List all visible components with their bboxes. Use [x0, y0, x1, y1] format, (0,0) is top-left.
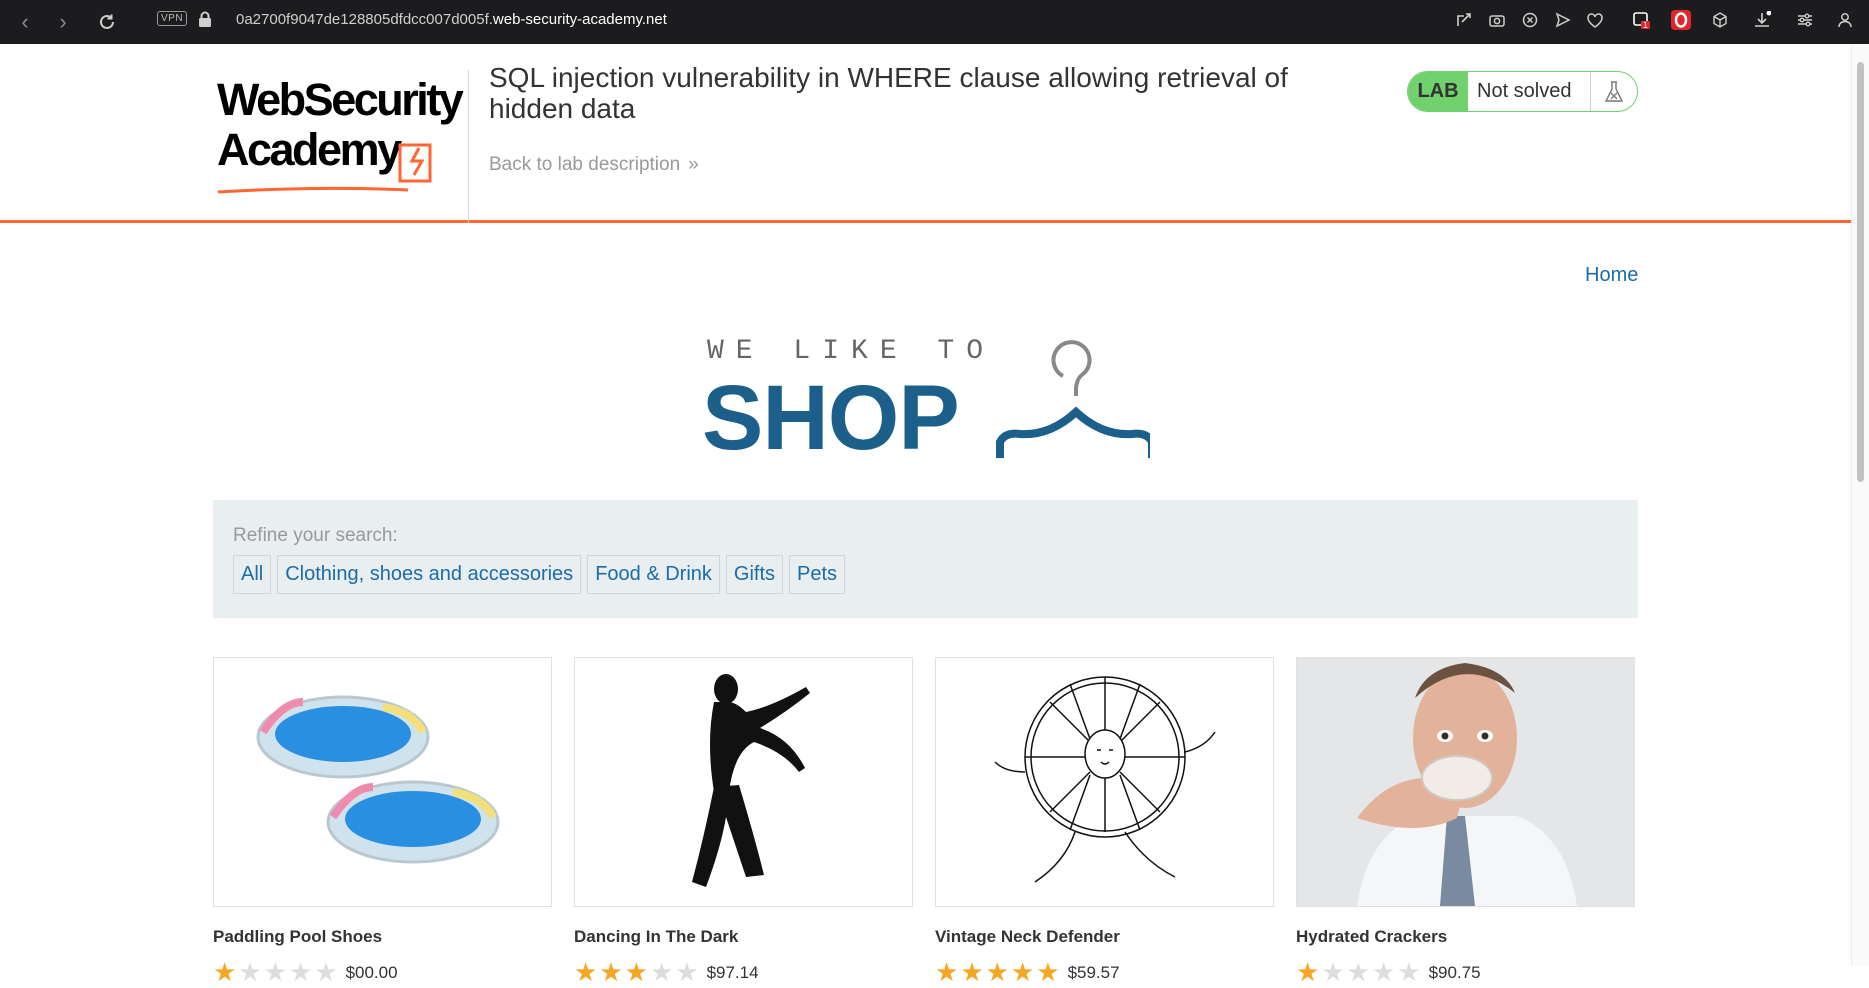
- heart-icon[interactable]: [1584, 9, 1606, 31]
- lab-title: SQL injection vulnerability in WHERE cla…: [489, 62, 1288, 124]
- logo-mark: [217, 143, 432, 194]
- lab-header: WebSecurity Academy SQL injection vulner…: [0, 44, 1851, 223]
- browser-toolbar: ‹ › VPN 0a2700f9047de128805dfdcc007d005f…: [0, 0, 1869, 44]
- star-icon: ★: [213, 957, 237, 987]
- star-icon: ★: [1036, 957, 1060, 987]
- product-rating: ★ ★ ★ ★ ★ $59.57: [935, 957, 1274, 988]
- url-prefix: 0a2700f9047de128805dfdcc007d005f.: [236, 11, 493, 28]
- star-icon: ★: [675, 957, 699, 987]
- star-icon: ★: [985, 957, 1009, 987]
- product-name: Dancing In The Dark: [574, 927, 739, 946]
- share-icon[interactable]: [1453, 9, 1475, 31]
- star-icon: ★: [263, 957, 287, 987]
- product-rating: ★ ★ ★ ★ ★ $00.00: [213, 957, 552, 988]
- star-icon: ★: [649, 957, 674, 987]
- cube-icon[interactable]: [1709, 9, 1731, 31]
- star-icon: ★: [238, 957, 262, 987]
- search-filter-panel: Refine your search: All Clothing, shoes …: [213, 500, 1638, 618]
- hanger-icon: [996, 340, 1150, 458]
- block-icon[interactable]: [1519, 9, 1541, 31]
- scrollbar-thumb[interactable]: [1857, 62, 1864, 482]
- address-bar[interactable]: 0a2700f9047de128805dfdcc007d005f.web-sec…: [236, 11, 667, 28]
- star-icon: ★: [624, 957, 648, 987]
- star-icon: ★: [288, 957, 313, 987]
- shop-banner: WE LIKE TO SHOP: [700, 332, 1150, 469]
- star-icon: ★: [574, 957, 598, 987]
- star-icon: ★: [1321, 957, 1345, 987]
- filter-gifts[interactable]: Gifts: [725, 555, 784, 594]
- reload-icon[interactable]: [92, 7, 122, 37]
- filter-all[interactable]: All: [233, 555, 272, 594]
- vpn-badge[interactable]: VPN: [157, 11, 188, 26]
- product-image-dancing[interactable]: [574, 657, 913, 907]
- filter-food-drink[interactable]: Food & Drink: [587, 555, 720, 594]
- camera-icon[interactable]: [1486, 9, 1508, 31]
- star-icon: ★: [960, 957, 984, 987]
- notification-count: 1: [1643, 20, 1649, 30]
- back-to-lab-description-link[interactable]: Back to lab description »: [489, 154, 699, 176]
- star-icon: ★: [1346, 957, 1370, 987]
- opera-icon[interactable]: [1670, 9, 1692, 31]
- download-icon[interactable]: [1751, 9, 1773, 31]
- product-grid: Paddling Pool Shoes ★ ★ ★ ★ ★ $00.00 Dancing …: [213, 657, 1638, 988]
- banner-tagline: WE LIKE TO: [707, 336, 996, 367]
- page-scrollbar[interactable]: [1851, 44, 1869, 966]
- product-name: Vintage Neck Defender: [935, 927, 1120, 946]
- product-image-neck-defender[interactable]: [935, 657, 1274, 907]
- url-domain: web-security-academy.net: [492, 11, 667, 28]
- product-image-paddling-pool[interactable]: [213, 657, 552, 907]
- lab-status-text: Not solved: [1468, 72, 1591, 111]
- star-icon: ★: [1296, 957, 1320, 987]
- filter-pets[interactable]: Pets: [789, 555, 846, 594]
- profile-icon[interactable]: [1834, 9, 1856, 31]
- product-rating: ★ ★ ★ ★ ★ $97.14: [574, 957, 913, 988]
- filter-clothing[interactable]: Clothing, shoes and accessories: [277, 555, 582, 594]
- double-chevron-right-icon: »: [688, 154, 699, 175]
- refine-search-label: Refine your search:: [233, 525, 398, 546]
- product-card[interactable]: Vintage Neck Defender ★ ★ ★ ★ ★ $59.57: [935, 657, 1274, 988]
- product-name: Hydrated Crackers: [1296, 927, 1448, 946]
- back-link-label: Back to lab description: [489, 154, 681, 175]
- extension-icon[interactable]: 1: [1630, 9, 1652, 31]
- lab-status-badge[interactable]: LAB Not solved: [1407, 71, 1638, 112]
- star-icon: ★: [1397, 957, 1421, 987]
- star-icon: ★: [1010, 957, 1035, 987]
- banner-shop-text: SHOP: [702, 367, 960, 469]
- web-security-academy-logo[interactable]: WebSecurity Academy: [214, 70, 464, 205]
- product-card[interactable]: Paddling Pool Shoes ★ ★ ★ ★ ★ $00.00: [213, 657, 552, 988]
- flask-icon: [1591, 72, 1637, 111]
- lab-label: LAB: [1408, 72, 1468, 111]
- settings-sliders-icon[interactable]: [1794, 9, 1816, 31]
- product-name: Paddling Pool Shoes: [213, 927, 383, 946]
- lock-icon[interactable]: [198, 11, 212, 27]
- star-icon: ★: [935, 957, 959, 987]
- category-filters: All Clothing, shoes and accessories Food…: [233, 555, 846, 594]
- star-icon: ★: [314, 957, 338, 987]
- product-card[interactable]: Dancing In The Dark ★ ★ ★ ★ ★ $97.14: [574, 657, 913, 988]
- product-rating: ★ ★ ★ ★ ★ $90.75: [1296, 957, 1635, 988]
- product-image-hydrated-crackers[interactable]: [1296, 657, 1635, 907]
- star-icon: ★: [599, 957, 623, 987]
- header-divider: [468, 70, 469, 223]
- forward-icon[interactable]: ›: [48, 7, 78, 37]
- send-icon[interactable]: [1552, 9, 1574, 31]
- back-icon[interactable]: ‹: [10, 7, 40, 37]
- star-icon: ★: [1371, 957, 1396, 987]
- home-link[interactable]: Home: [1585, 264, 1638, 287]
- product-card[interactable]: Hydrated Crackers ★ ★ ★ ★ ★ $90.75: [1296, 657, 1635, 988]
